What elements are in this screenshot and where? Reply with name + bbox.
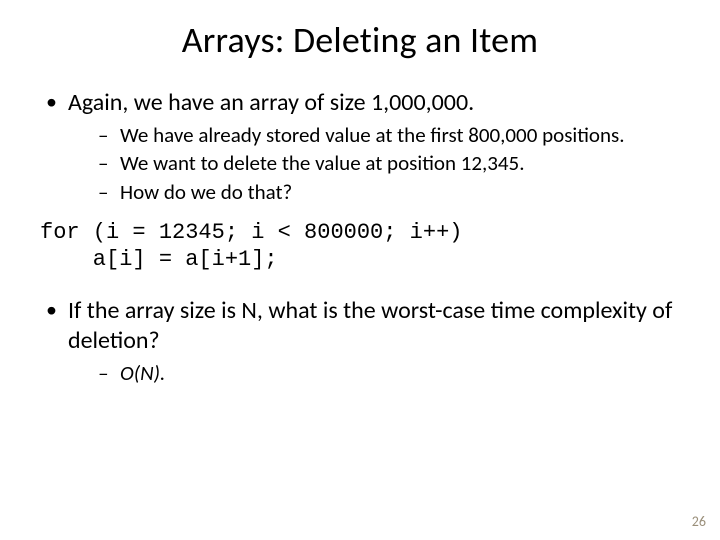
bullet-1-2: We want to delete the value at position … xyxy=(68,150,680,176)
slide-body: Again, we have an array of size 1,000,00… xyxy=(0,62,720,386)
bullet-2-1: O(N). xyxy=(68,360,680,386)
bullet-1-1: We have already stored value at the firs… xyxy=(68,122,680,148)
bullet-list-2: If the array size is N, what is the wors… xyxy=(40,296,680,386)
bullet-list: Again, we have an array of size 1,000,00… xyxy=(40,88,680,205)
page-number: 26 xyxy=(692,513,706,530)
bullet-1-sublist: We have already stored value at the firs… xyxy=(68,122,680,205)
slide-title: Arrays: Deleting an Item xyxy=(0,0,720,62)
bullet-1-text: Again, we have an array of size 1,000,00… xyxy=(68,88,474,117)
code-line-1: for (i = 12345; i < 800000; i++) xyxy=(40,220,462,245)
bullet-2-sublist: O(N). xyxy=(68,360,680,386)
code-line-2: a[i] = a[i+1]; xyxy=(40,247,278,272)
bullet-2: If the array size is N, what is the wors… xyxy=(40,296,680,386)
bullet-2-text: If the array size is N, what is the wors… xyxy=(68,296,672,355)
code-block: for (i = 12345; i < 800000; i++) a[i] = … xyxy=(40,219,680,274)
bullet-1-3: How do we do that? xyxy=(68,179,680,205)
slide: Arrays: Deleting an Item Again, we have … xyxy=(0,0,720,540)
bullet-1: Again, we have an array of size 1,000,00… xyxy=(40,88,680,205)
